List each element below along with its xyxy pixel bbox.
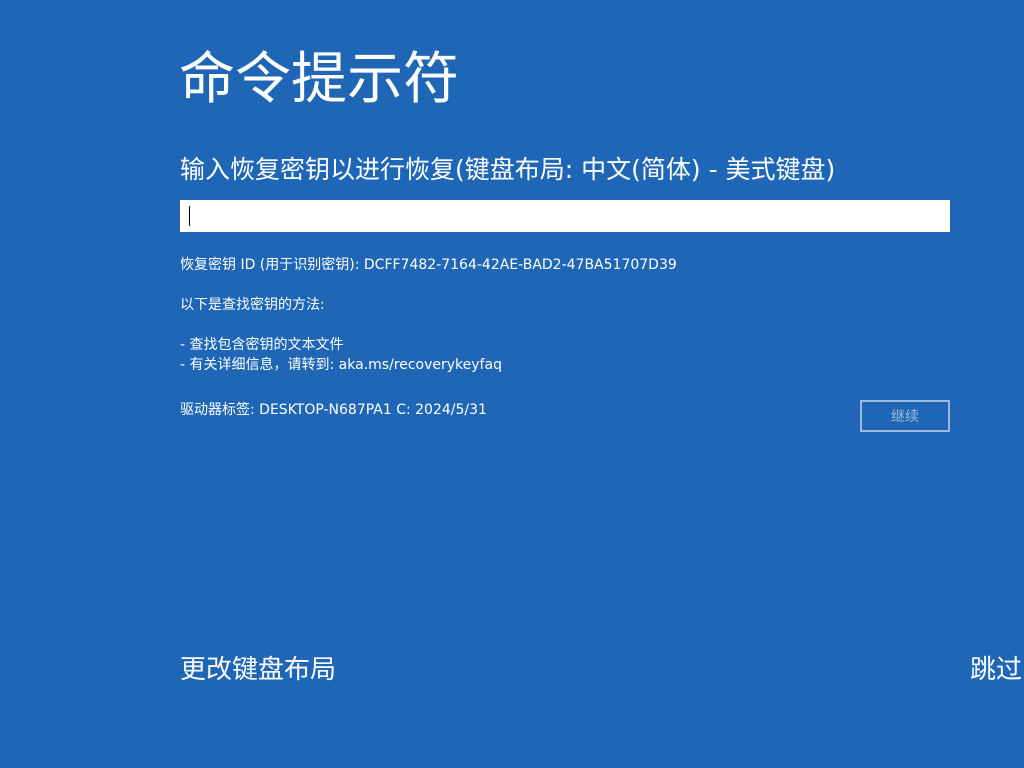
page-title: 命令提示符 (179, 47, 459, 112)
recovery-key-field[interactable] (180, 200, 950, 232)
skip-link[interactable]: 跳过 (970, 652, 1024, 688)
text-caret (189, 206, 190, 226)
continue-button[interactable]: 继续 (860, 400, 950, 432)
change-keyboard-layout-link[interactable]: 更改键盘布局 (180, 652, 336, 688)
tips-list: - 查找包含密钥的文本文件 - 有关详细信息，请转到: aka.ms/recov… (180, 335, 502, 375)
recovery-key-id: 恢复密钥 ID (用于识别密钥): DCFF7482-7164-42AE-BAD… (180, 257, 677, 273)
recovery-key-input[interactable] (180, 200, 950, 232)
tip-item: - 有关详细信息，请转到: aka.ms/recoverykeyfaq (180, 357, 502, 373)
how-to-find-heading: 以下是查找密钥的方法: (180, 297, 325, 313)
drive-label: 驱动器标签: DESKTOP-N687PA1 C: 2024/5/31 (180, 402, 487, 418)
tip-item: - 查找包含密钥的文本文件 (180, 337, 344, 353)
recovery-prompt: 输入恢复密钥以进行恢复(键盘布局: 中文(简体) - 美式键盘) (180, 155, 836, 184)
